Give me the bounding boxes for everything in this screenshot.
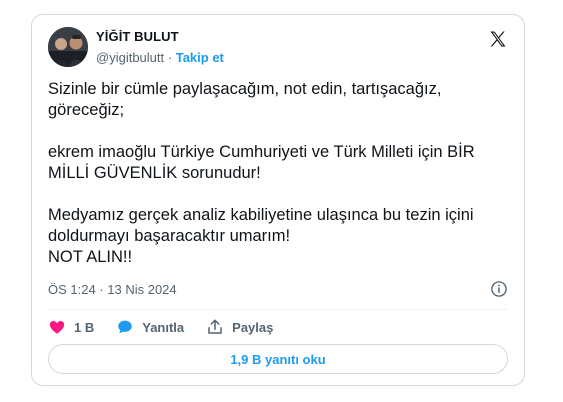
heart-icon [49,321,65,334]
avatar-image [48,27,88,67]
tweet-line: MİLLİ GÜVENLİK sorunudur! [48,164,261,182]
author-handle[interactable]: @yigitbulutt [96,50,164,65]
tweet-card: YİĞİT BULUT @yigitbulutt · Takip et Sizi… [31,14,525,386]
tweet-text: Sizinle bir cümle paylaşacağım, not edin… [48,79,510,268]
tweet-line: NOT ALIN!! [48,248,133,266]
avatar[interactable] [48,27,88,67]
author-handle-row: @yigitbulutt · Takip et [96,50,224,65]
share-icon [208,319,222,334]
like-count: 1 B [74,319,95,335]
action-bar: 1 B Yanıtla Paylaş [48,317,295,337]
info-icon[interactable] [490,280,508,298]
x-logo-icon[interactable] [488,29,508,49]
tweet-line: ekrem imaoğlu Türkiye Cumhuriyeti ve Tür… [48,143,475,161]
divider [48,309,508,310]
author-name[interactable]: YİĞİT BULUT [96,29,179,44]
share-button[interactable]: Paylaş [206,318,273,336]
tweet-timestamp[interactable]: ÖS 1:24 · 13 Nis 2024 [48,282,177,297]
tweet-line: göreceğiz; [48,101,125,119]
reply-button[interactable]: Yanıtla [116,318,184,336]
reply-label: Yanıtla [142,319,185,335]
like-button[interactable]: 1 B [48,318,94,336]
tweet-line: Sizinle bir cümle paylaşacağım, not edin… [48,80,442,98]
tweet-line: Medyamız gerçek analiz kabiliyetine ulaş… [48,206,474,224]
share-label: Paylaş [232,319,274,335]
follow-button[interactable]: Takip et [176,50,224,65]
reply-bubble-icon [118,320,132,334]
read-replies-button[interactable]: 1,9 B yanıtı oku [48,344,508,374]
tweet-line: doldurmayı başaracaktır umarım! [48,227,291,245]
separator-dot: · [167,50,173,65]
